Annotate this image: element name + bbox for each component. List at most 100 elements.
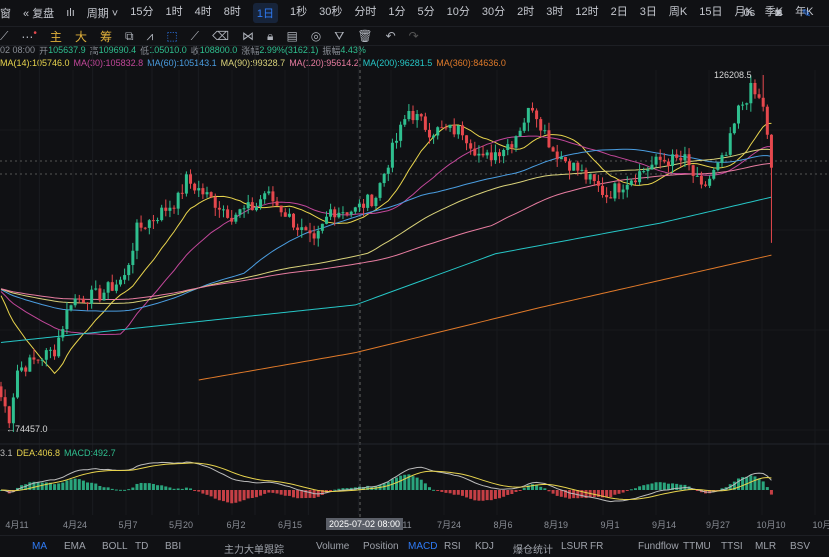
sub-indicator-tab[interactable]: Fundflow (638, 541, 679, 552)
candle-body (362, 203, 366, 208)
candle-body (176, 192, 180, 209)
macd-bar (135, 483, 139, 490)
macd-bar (465, 490, 469, 498)
candle-body (102, 292, 106, 301)
candle-body (609, 197, 613, 199)
date-tick: 7月24 (436, 519, 462, 530)
candle-body (724, 154, 728, 156)
sub-indicator-tab[interactable]: MACD (408, 541, 437, 552)
candle-body (230, 217, 234, 222)
candle-body (40, 359, 44, 361)
sub-indicator-tab[interactable]: RSI (444, 541, 461, 552)
candle-body (73, 298, 77, 306)
macd-bar (329, 490, 333, 491)
macd-bar (267, 490, 271, 493)
macd-bar (197, 490, 201, 492)
candle-body (184, 174, 188, 194)
candle-body (324, 216, 328, 224)
candle-body (650, 164, 654, 170)
candle-body (399, 124, 403, 141)
low-price-value: 74457.0 (15, 424, 48, 434)
macd-bar (201, 490, 205, 494)
macd-bar (226, 490, 230, 503)
macd-bar (337, 488, 341, 490)
date-tick: 8月19 (543, 519, 569, 530)
candle-body (15, 370, 19, 398)
candle-body (32, 357, 36, 360)
date-tick: 10月10 (756, 519, 786, 530)
candle-body (444, 127, 448, 129)
candle-body (530, 107, 534, 111)
candle-body (580, 169, 584, 171)
candle-body (238, 209, 242, 215)
sub-indicator-tab[interactable]: BSV (790, 541, 810, 552)
main-indicator-tab[interactable]: BOLL (102, 541, 128, 552)
sub-indicator-tab[interactable]: TTMU (683, 541, 711, 552)
sub-indicator-tab[interactable]: KDJ (475, 541, 494, 552)
indicator-bar: MA EMA BOLL TD BBI 主力大单跟踪 Volume Position MACD RS… (0, 535, 829, 557)
sub-indicator-tab[interactable]: Volume (316, 541, 349, 552)
main-indicator-tab[interactable]: 主力大单跟踪 (224, 541, 284, 556)
date-tick: 6月15 (277, 519, 303, 530)
macd-bar (427, 487, 431, 490)
macd-bar (547, 490, 551, 492)
macd-bar (53, 484, 57, 490)
macd-bar (283, 490, 287, 496)
macd-bar (662, 482, 666, 490)
macd-bar (189, 488, 193, 490)
date-axis: 4月114月245月75月206月26月157月117月248月68月199月1… (0, 516, 829, 532)
main-indicator-tab[interactable]: TD (135, 541, 148, 552)
macd-bar (679, 484, 683, 490)
macd-bar (40, 482, 44, 490)
candle-body (226, 209, 230, 218)
macd-bar (209, 490, 213, 497)
candle-body (349, 211, 353, 215)
candle-body (502, 149, 506, 157)
macd-bar (279, 490, 283, 495)
candle-body (510, 144, 514, 148)
macd-value: MACD:492.7 (64, 448, 116, 458)
candle-body (292, 213, 296, 228)
candle-body (353, 207, 357, 212)
sub-indicator-tab[interactable]: Position (363, 541, 399, 552)
candle-body (217, 207, 221, 210)
macd-bar (94, 483, 98, 490)
sub-indicator-tab[interactable]: MLR (755, 541, 776, 552)
candle-body (143, 227, 147, 229)
main-indicator-tab[interactable]: EMA (64, 541, 86, 552)
macd-bar (90, 482, 94, 490)
candle-body (440, 127, 444, 129)
main-indicator-tab[interactable]: MA (32, 541, 47, 552)
macd-bar (642, 485, 646, 490)
candle-body (642, 171, 646, 173)
macd-bar (658, 482, 662, 490)
candle-body (44, 350, 48, 360)
candle-body (407, 110, 411, 120)
sub-indicator-tab[interactable]: LSUR (561, 541, 588, 552)
macd-bar (543, 488, 547, 490)
macd-legend: 3.1 DEA:406.8 MACD:492.7 (0, 446, 829, 460)
candle-body (168, 207, 172, 211)
candle-body (0, 386, 3, 398)
candle-body (287, 213, 291, 217)
candle-body (7, 406, 11, 424)
candle-body (473, 148, 477, 156)
candle-body (193, 183, 197, 191)
date-tick: 4月24 (62, 519, 88, 530)
sub-indicator-tab[interactable]: TTSI (721, 541, 743, 552)
macd-bar (275, 490, 279, 494)
date-tick: 9月14 (651, 519, 677, 530)
macd-bar (143, 483, 147, 490)
candle-body (242, 208, 246, 210)
dif-value: 3.1 (0, 448, 13, 458)
candle-body (613, 183, 617, 199)
macd-bar (650, 483, 654, 490)
macd-bar (666, 483, 670, 490)
sub-indicator-tab[interactable]: 爆仓统计 (513, 541, 553, 556)
macd-bar (675, 483, 679, 490)
main-indicator-tab[interactable]: BBI (165, 541, 181, 552)
macd-bar (498, 490, 502, 499)
candle-body (485, 152, 489, 156)
candle-body (209, 192, 213, 197)
sub-indicator-tab[interactable]: FR (590, 541, 603, 552)
